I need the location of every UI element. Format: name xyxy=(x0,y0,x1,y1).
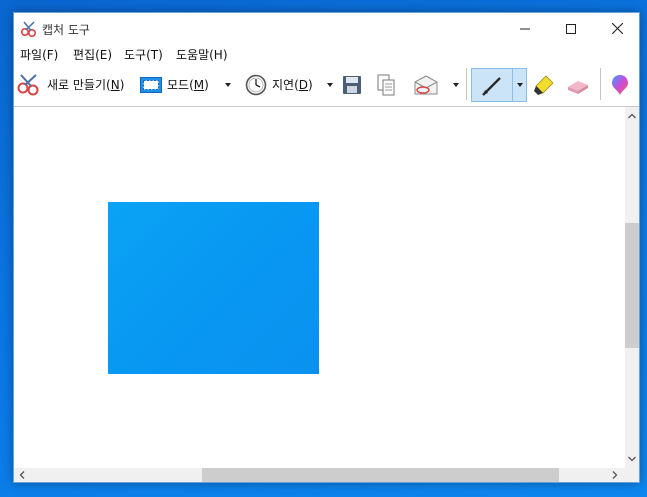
highlighter-icon xyxy=(534,74,554,95)
mode-button[interactable]: 모드(M) xyxy=(140,64,209,105)
delay-label: 지연(D) xyxy=(272,76,313,93)
mode-text: 모드( xyxy=(167,78,194,92)
minimize-button[interactable] xyxy=(502,13,548,44)
send-dropdown-arrow-icon[interactable] xyxy=(451,80,461,90)
paint-3d-icon xyxy=(612,74,628,95)
delay-button[interactable]: 지연(D) xyxy=(245,64,313,105)
eraser-button[interactable] xyxy=(566,64,590,105)
pen-tool-button[interactable] xyxy=(471,68,527,102)
toolbar: 새로 만들기(N) 모드(M) 지연(D) xyxy=(14,64,639,107)
mode-accesskey: M xyxy=(193,78,205,92)
scrollbar-corner xyxy=(625,468,639,482)
close-icon xyxy=(611,23,623,34)
copy-button[interactable] xyxy=(376,64,396,105)
scroll-up-button[interactable] xyxy=(625,109,639,123)
delay-dropdown-arrow-icon[interactable] xyxy=(325,80,335,90)
floppy-disk-icon xyxy=(343,75,361,94)
snipping-tool-window: 캡처 도구 파일(F) 편집(E) 도구(T) 도움말(H) 새로 만들기(N) xyxy=(13,12,640,483)
send-snip-button[interactable] xyxy=(413,64,439,105)
clock-icon xyxy=(245,74,267,95)
menu-bar: 파일(F) 편집(E) 도구(T) 도움말(H) xyxy=(14,44,639,64)
vertical-scrollbar-thumb[interactable] xyxy=(625,223,639,348)
toolbar-separator xyxy=(466,68,467,100)
rectangle-snip-icon xyxy=(140,76,162,93)
toolbar-separator xyxy=(600,68,601,100)
paint-3d-button[interactable] xyxy=(611,64,629,105)
delay-text: 지연( xyxy=(272,78,299,92)
menu-help[interactable]: 도움말(H) xyxy=(176,46,228,63)
envelope-icon xyxy=(414,74,438,94)
scissors-icon xyxy=(17,73,39,95)
new-snip-accesskey: N xyxy=(110,78,120,92)
menu-edit[interactable]: 편집(E) xyxy=(73,46,112,63)
window-title: 캡처 도구 xyxy=(42,23,90,37)
highlighter-button[interactable] xyxy=(532,64,556,105)
scroll-down-button[interactable] xyxy=(625,452,639,466)
new-snip-paren: ) xyxy=(119,78,125,92)
mode-label: 모드(M) xyxy=(167,76,209,93)
pen-split-divider xyxy=(512,69,513,101)
scroll-left-button[interactable] xyxy=(15,468,29,482)
save-button[interactable] xyxy=(342,64,362,105)
pen-dropdown-arrow-icon[interactable] xyxy=(515,80,525,90)
delay-accesskey: D xyxy=(298,78,309,92)
delay-paren: ) xyxy=(308,78,313,92)
mode-paren: ) xyxy=(204,78,209,92)
new-snip-text: 새로 만들기( xyxy=(47,78,111,92)
horizontal-scrollbar-thumb[interactable] xyxy=(202,468,559,482)
scroll-right-button[interactable] xyxy=(608,468,622,482)
chevron-right-icon xyxy=(612,471,618,479)
pen-icon xyxy=(482,77,501,96)
captured-snip-image xyxy=(108,202,319,374)
chevron-left-icon xyxy=(19,471,25,479)
copy-icon xyxy=(377,74,395,95)
eraser-icon xyxy=(568,80,588,94)
snip-canvas xyxy=(14,107,625,468)
new-snip-label: 새로 만들기(N) xyxy=(47,76,124,93)
chevron-down-icon xyxy=(628,456,636,462)
minimize-icon xyxy=(520,28,530,29)
scissors-icon xyxy=(20,21,37,38)
close-button[interactable] xyxy=(594,13,640,44)
title-bar[interactable]: 캡처 도구 xyxy=(14,13,639,44)
mode-dropdown-arrow-icon[interactable] xyxy=(223,80,233,90)
menu-file[interactable]: 파일(F) xyxy=(20,46,58,63)
menu-tools[interactable]: 도구(T) xyxy=(124,46,163,63)
new-snip-button[interactable]: 새로 만들기(N) xyxy=(16,64,124,105)
chevron-up-icon xyxy=(628,113,636,119)
maximize-button[interactable] xyxy=(548,13,594,44)
maximize-icon xyxy=(566,23,576,34)
